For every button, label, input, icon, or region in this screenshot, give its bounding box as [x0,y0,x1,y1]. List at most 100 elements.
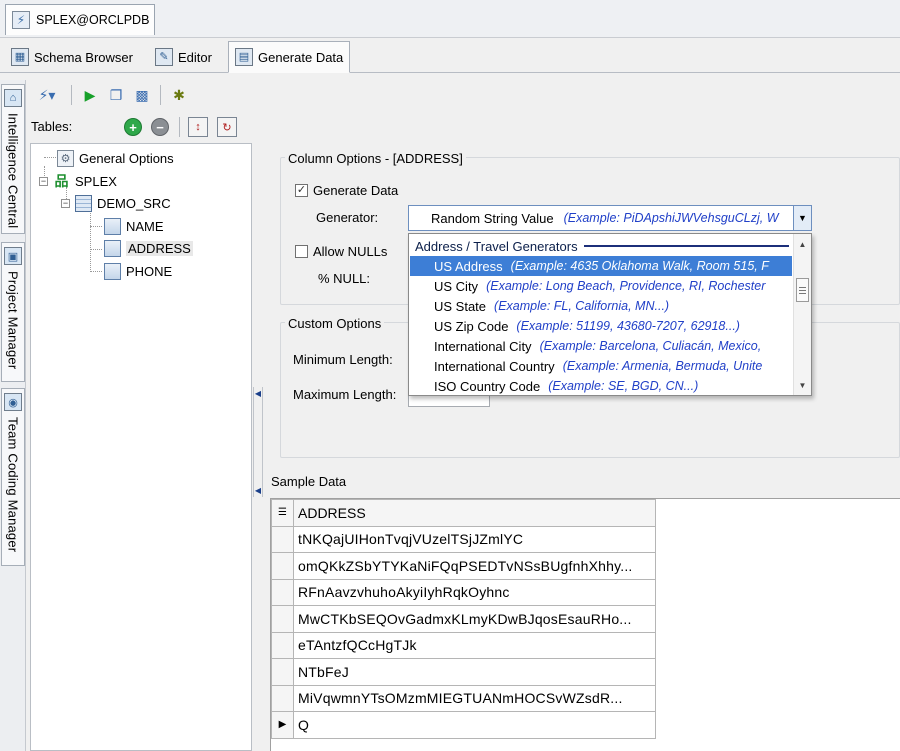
address-cell[interactable]: NTbFeJ [293,658,656,686]
row-header[interactable]: ▶ [271,711,294,739]
scrollbar-thumb[interactable] [796,278,809,302]
row-header[interactable] [271,684,294,712]
generator-dropdown-button[interactable]: ▼ [793,206,811,230]
generator-item-iso-country-code[interactable]: ISO Country Code (Example: SE, BGD, CN..… [410,376,792,395]
table-row[interactable]: MiVqwmnYTsOMzmMIEGTUANmHOCSvWZsdR... [271,684,656,712]
side-tab-intelligence-central[interactable]: ⌂ Intelligence Central [1,84,25,234]
side-tab-project-manager-label: Project Manager [5,271,21,370]
table-row[interactable]: ▶ Q [271,711,656,739]
table-row[interactable]: eTAntzfQCcHgTJk [271,631,656,659]
sample-data-grid: ☰ ADDRESS tNKQajUIHonTvqjVUzelTSjJZmlYC … [270,498,900,751]
column-header-address[interactable]: ADDRESS [293,499,656,527]
connection-dropdown-icon[interactable]: ⚡▾ [30,84,64,106]
generator-combobox[interactable]: Random String Value (Example: PiDApshiJW… [408,205,812,231]
table-icon [75,194,92,212]
add-table-button[interactable]: + [124,118,142,136]
address-cell[interactable]: omQKkZSbYTYKaNiFQqPSEDTvNSsBUgfnhXhhy... [293,552,656,580]
sort-tree-button[interactable]: ↕ [188,117,208,137]
address-cell[interactable]: MiVqwmnYTsOMzmMIEGTUANmHOCSvWZsdR... [293,684,656,712]
save-icon[interactable]: ▩ [131,84,153,106]
main-toolbar: ⚡▾ ▶ ❐ ▩ ✱ [30,82,230,108]
tab-generate-data[interactable]: ▤ Generate Data [228,41,351,73]
collapse-toggle-icon[interactable]: − [61,198,70,208]
tree-node-table[interactable]: − DEMO_SRC [61,193,171,213]
table-row[interactable]: MwCTKbSEQOvGadmxKLmyKDwBJqosEsauRHo... [271,605,656,633]
generator-item-international-country[interactable]: International Country (Example: Armenia,… [410,356,792,376]
tree-node-column-phone[interactable]: PHONE [104,261,172,281]
refresh-tree-button[interactable]: ↻ [217,117,237,137]
address-cell[interactable]: tNKQajUIHonTvqjVUzelTSjJZmlYC [293,525,656,553]
generator-item-us-city[interactable]: US City (Example: Long Beach, Providence… [410,276,792,296]
tree-node-column-name[interactable]: NAME [104,216,164,236]
collapse-left-icon[interactable]: ◀ [255,389,261,398]
tree-node-schema[interactable]: − 品 SPLEX [39,171,117,191]
column-icon [104,217,121,235]
generator-item-name: ISO Country Code [434,378,541,394]
connection-icon: ⚡ [12,11,30,29]
address-cell[interactable]: RFnAavzvhuhoAkyiIyhRqkOyhnc [293,578,656,606]
generator-list-scrollbar[interactable]: ▲ ▼ [793,234,811,395]
column-options-title: Column Options - [ADDRESS] [285,151,466,166]
tree-node-general-options[interactable]: ⚙ General Options [57,148,174,168]
general-options-icon: ⚙ [57,149,74,167]
copy-icon[interactable]: ❐ [105,84,127,106]
scroll-down-icon[interactable]: ▼ [794,377,811,393]
side-tab-team-coding-manager[interactable]: ◉ Team Coding Manager [1,388,25,566]
table-row[interactable]: RFnAavzvhuhoAkyiIyhRqkOyhnc [271,578,656,606]
grid-corner[interactable]: ☰ [271,499,294,527]
current-row-indicator-icon: ▶ [278,719,287,731]
min-length-label: Minimum Length: [293,352,393,367]
generator-item-us-address[interactable]: US Address (Example: 4635 Oklahoma Walk,… [410,256,792,276]
custom-options-title: Custom Options [285,316,385,331]
row-header[interactable] [271,658,294,686]
row-header[interactable] [271,525,294,553]
allow-nulls-checkbox[interactable] [295,245,308,258]
collapse-left-icon[interactable]: ◀ [255,486,261,495]
generator-item-name: International City [434,338,532,354]
table-row[interactable]: tNKQajUIHonTvqjVUzelTSjJZmlYC [271,525,656,553]
run-icon[interactable]: ▶ [79,84,101,106]
side-tab-project-manager[interactable]: ▣ Project Manager [1,242,25,382]
intelligence-central-icon: ⌂ [4,89,22,107]
checkmark-icon: ✓ [296,184,307,196]
generator-item-us-zip-code[interactable]: US Zip Code (Example: 51199, 43680-7207,… [410,316,792,336]
table-row[interactable]: omQKkZSbYTYKaNiFQqPSEDTvNSsBUgfnhXhhy... [271,552,656,580]
scroll-up-icon[interactable]: ▲ [794,236,811,252]
side-tab-intelligence-central-label: Intelligence Central [5,113,21,229]
tree-connector [90,210,91,272]
address-cell[interactable]: Q [293,711,656,739]
beetle-icon[interactable]: ✱ [168,84,190,106]
row-header[interactable] [271,605,294,633]
schema-icon: 品 [54,173,69,189]
table-row[interactable]: NTbFeJ [271,658,656,686]
tab-editor-label: Editor [178,49,212,65]
generator-item-example: (Example: Long Beach, Providence, RI, Ro… [486,279,766,293]
tree-connector [90,249,102,250]
generator-item-international-city[interactable]: International City (Example: Barcelona, … [410,336,792,356]
tab-editor[interactable]: ✎ Editor [148,41,219,73]
address-cell[interactable]: eTAntzfQCcHgTJk [293,631,656,659]
row-header[interactable] [271,552,294,580]
grid-menu-icon: ☰ [278,507,287,519]
generator-item-name: US Address [434,258,503,274]
generator-item-us-state[interactable]: US State (Example: FL, California, MN...… [410,296,792,316]
schema-browser-icon: ▦ [11,48,29,66]
column-icon [104,262,121,280]
connection-tab[interactable]: ⚡ SPLEX@ORCLPDB [5,4,155,35]
remove-table-button[interactable]: − [151,118,169,136]
row-header[interactable] [271,631,294,659]
collapse-toggle-icon[interactable]: − [39,176,48,186]
generate-data-checkbox[interactable]: ✓ [295,184,308,197]
tab-schema-browser[interactable]: ▦ Schema Browser [4,41,140,73]
document-tab-bar: ▦ Schema Browser ✎ Editor ▤ Generate Dat… [0,38,900,73]
tree-node-label: NAME [126,218,164,234]
address-cell[interactable]: MwCTKbSEQOvGadmxKLmyKDwBJqosEsauRHo... [293,605,656,633]
generate-data-icon: ▤ [235,48,253,66]
row-header[interactable] [271,578,294,606]
generator-item-name: US Zip Code [434,318,509,334]
generator-item-example: (Example: Barcelona, Culiacán, Mexico, [539,339,762,353]
splitter-handle[interactable]: ◀ ◀ [253,387,263,497]
column-icon [104,239,121,257]
tree-node-column-address[interactable]: ADDRESS [104,238,193,258]
side-dock: ⌂ Intelligence Central ▣ Project Manager… [0,80,26,751]
